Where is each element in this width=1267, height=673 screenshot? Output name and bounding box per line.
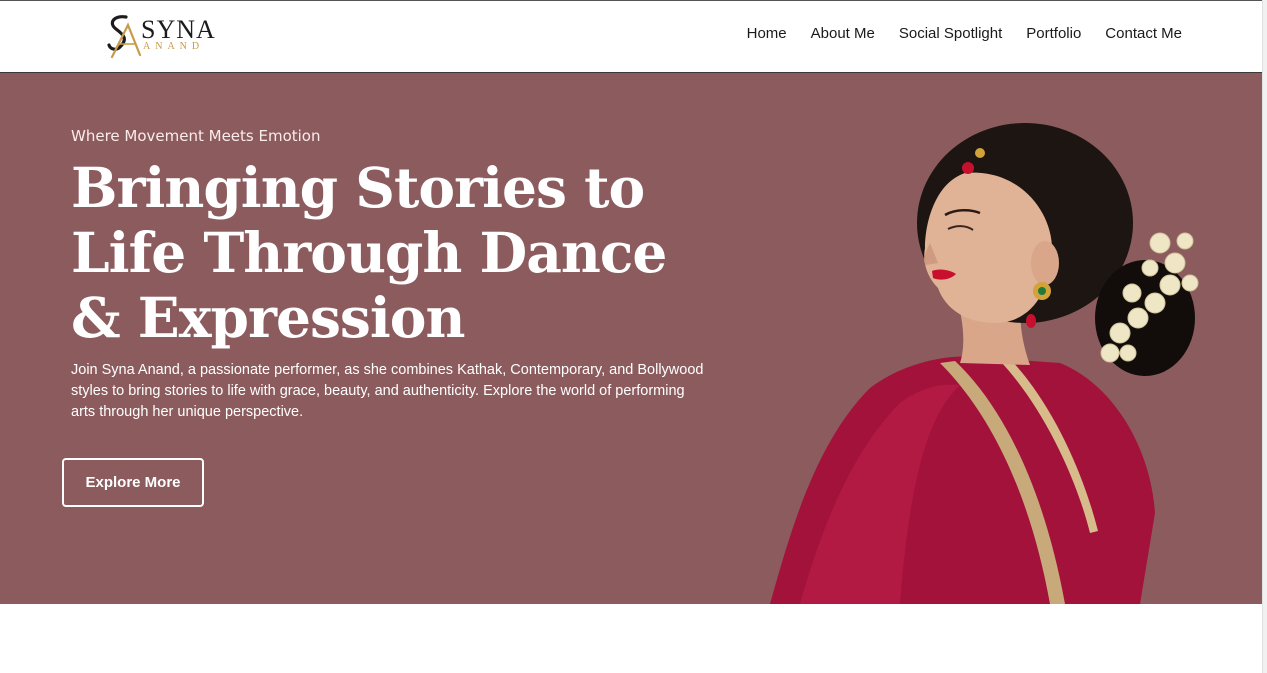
- hero-headline-line: Bringing Stories to: [71, 155, 645, 220]
- site-header: SYNA ANAND Home About Me Social Spotligh…: [0, 1, 1262, 73]
- page: SYNA ANAND Home About Me Social Spotligh…: [0, 0, 1262, 673]
- hero-tagline: Where Movement Meets Emotion: [71, 127, 321, 145]
- logo-surname: ANAND: [143, 41, 205, 52]
- hero-section: Where Movement Meets Emotion Bringing St…: [0, 73, 1262, 604]
- explore-more-button[interactable]: Explore More: [62, 458, 204, 507]
- nav-home[interactable]: Home: [747, 25, 787, 42]
- nav-social-spotlight[interactable]: Social Spotlight: [899, 25, 1002, 42]
- nav-portfolio[interactable]: Portfolio: [1026, 25, 1081, 42]
- nav-contact-me[interactable]: Contact Me: [1105, 25, 1182, 42]
- main-nav: Home About Me Social Spotlight Portfolio…: [747, 25, 1182, 42]
- hero-headline: Bringing Stories to Life Through Dance &…: [71, 155, 711, 350]
- next-section: [0, 604, 1262, 673]
- hero-headline-line: & Expression: [71, 285, 465, 350]
- nav-about-me[interactable]: About Me: [811, 25, 875, 42]
- hero-headline-line: Life Through Dance: [71, 220, 667, 285]
- logo[interactable]: SYNA ANAND: [106, 11, 216, 63]
- page-scrollbar[interactable]: [1262, 0, 1267, 673]
- dancer-portrait-image: [770, 123, 1199, 604]
- hero-description: Join Syna Anand, a passionate performer,…: [71, 362, 704, 420]
